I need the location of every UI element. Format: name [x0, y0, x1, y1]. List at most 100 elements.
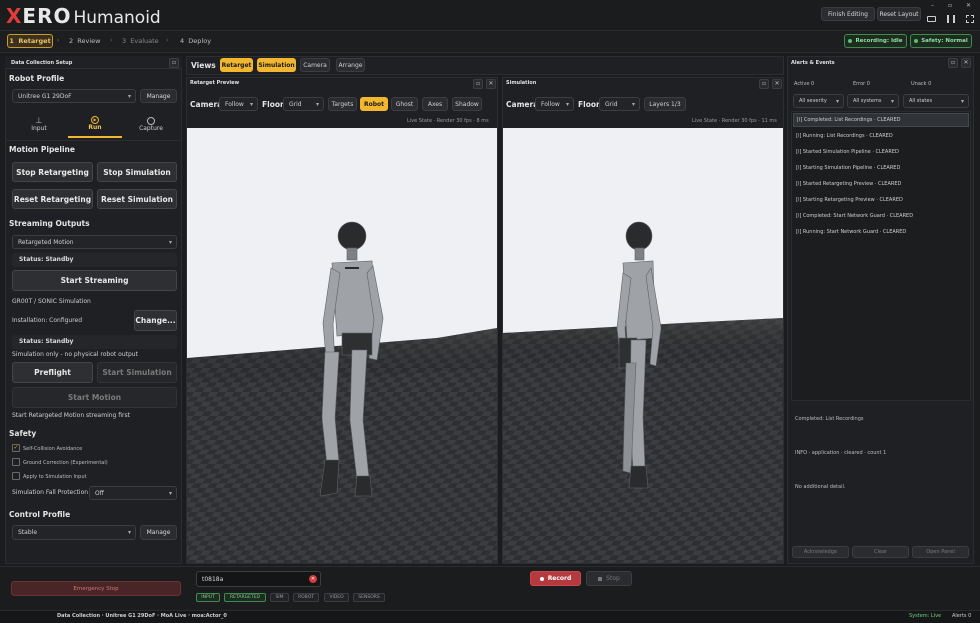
- toggle-targets[interactable]: Targets: [328, 97, 357, 111]
- toggle-axes[interactable]: Axes: [422, 97, 448, 111]
- step-num: 4: [180, 37, 185, 45]
- tab-run[interactable]: ▶ Run: [68, 110, 122, 138]
- step-retarget[interactable]: 1 Retarget: [7, 34, 53, 48]
- panel-popout-icon[interactable]: ▫: [473, 79, 483, 89]
- list-item[interactable]: [i] Starting Simulation Pipeline · CLEAR…: [793, 161, 969, 175]
- tab-capture[interactable]: Capture: [124, 110, 178, 138]
- step-deploy[interactable]: 4 Deploy: [180, 37, 211, 45]
- stop-label: Stop: [606, 575, 620, 582]
- reset-layout-button[interactable]: Reset Layout: [877, 7, 921, 21]
- stream-output-select[interactable]: Retargeted Motion: [12, 235, 177, 249]
- step-num: 1: [9, 37, 14, 45]
- start-motion-button[interactable]: Start Motion: [12, 387, 177, 408]
- reset-simulation-button[interactable]: Reset Simulation: [97, 189, 177, 209]
- stream-tag-robot[interactable]: ROBOT: [293, 593, 319, 602]
- panel-close-icon[interactable]: ✕: [772, 79, 782, 89]
- recording-status: Recording: Idle: [855, 38, 903, 44]
- stop-button[interactable]: Stop: [586, 571, 632, 586]
- stop-square-icon: [598, 576, 603, 581]
- toggle-shadow[interactable]: Shadow: [452, 97, 482, 111]
- acknowledge-button[interactable]: Acknowledge: [792, 546, 849, 558]
- status-bar-info: Data Collection · Unitree G1 29DoF · MoA…: [57, 613, 227, 619]
- window-minimize-icon[interactable]: –: [931, 2, 934, 9]
- alert-detail-title: Completed: List Recordings: [795, 416, 864, 422]
- step-evaluate[interactable]: 3 Evaluate: [122, 37, 159, 45]
- toggle-robot[interactable]: Robot: [360, 97, 388, 111]
- control-manage-button[interactable]: Manage: [140, 525, 177, 540]
- tab-input[interactable]: ⊥ Input: [12, 110, 66, 138]
- panel-close-icon[interactable]: ✕: [961, 58, 971, 68]
- views-label: Views: [191, 61, 216, 70]
- status-dot-icon: [848, 39, 853, 43]
- start-streaming-button[interactable]: Start Streaming: [12, 270, 177, 291]
- finish-editing-button[interactable]: Finish Editing: [821, 7, 875, 21]
- arrange-dropdown[interactable]: Arrange: [336, 58, 365, 72]
- split-view-icon[interactable]: [947, 15, 955, 23]
- checkbox-apply-sim-input[interactable]: [12, 472, 20, 480]
- checkbox-ground-correction[interactable]: [12, 458, 20, 466]
- list-item[interactable]: [i] Running: Start Network Guard · CLEAR…: [793, 225, 969, 239]
- play-icon: ▶: [91, 115, 99, 124]
- sim-floor-select[interactable]: Grid: [599, 97, 640, 111]
- toggle-ghost[interactable]: Ghost: [391, 97, 418, 111]
- stream-tag-input[interactable]: INPUT: [196, 593, 220, 602]
- stream-tag-video[interactable]: VIDEO: [324, 593, 349, 602]
- states-filter[interactable]: All states: [903, 94, 969, 108]
- list-item[interactable]: [i] Running: List Recordings · CLEARED: [793, 129, 969, 143]
- panel-dock-icon[interactable]: ▫: [948, 58, 958, 68]
- stream-tag-sensors[interactable]: SENSORS: [353, 593, 385, 602]
- robot-manage-button[interactable]: Manage: [140, 89, 177, 103]
- stop-simulation-button[interactable]: Stop Simulation: [97, 162, 177, 182]
- systems-filter[interactable]: All systems: [847, 94, 899, 108]
- list-item[interactable]: [i] Starting Retargeting Preview · CLEAR…: [793, 193, 969, 207]
- take-name-input[interactable]: t0818a: [196, 571, 321, 587]
- logo-ero: ERO: [22, 4, 72, 28]
- list-item[interactable]: [i] Completed: List Recordings · CLEARED: [793, 113, 969, 127]
- change-sim-button[interactable]: Change...: [134, 310, 177, 331]
- tab-label: Run: [88, 123, 102, 131]
- simulation-viewport[interactable]: [503, 128, 783, 563]
- camera-label: Camera: [190, 100, 223, 109]
- open-panel-button[interactable]: Open Panel: [912, 546, 969, 558]
- robot-profile-select[interactable]: Unitree G1 29DoF: [12, 89, 136, 103]
- list-item[interactable]: [i] Completed: Start Network Guard · CLE…: [793, 209, 969, 223]
- step-label: Review: [77, 37, 101, 45]
- control-profile-select[interactable]: Stable: [12, 525, 136, 540]
- retarget-viewport[interactable]: [187, 128, 497, 563]
- reset-retargeting-button[interactable]: Reset Retargeting: [12, 189, 93, 209]
- panel-dock-icon[interactable]: ▫: [169, 58, 179, 68]
- floor-select[interactable]: Grid: [283, 97, 324, 111]
- panel-popout-icon[interactable]: ▫: [759, 79, 769, 89]
- start-simulation-button[interactable]: Start Simulation: [97, 362, 177, 383]
- stream-tag-retargeted[interactable]: RETARGETED: [224, 593, 266, 602]
- list-item[interactable]: [i] Started Retargeting Preview · CLEARE…: [793, 177, 969, 191]
- camera-select[interactable]: Follow: [219, 97, 258, 111]
- panel-close-icon[interactable]: ✕: [486, 79, 496, 89]
- record-label: Record: [547, 575, 572, 582]
- step-num: 2: [69, 37, 74, 45]
- list-item[interactable]: [i] Started Simulation Pipeline · CLEARE…: [793, 145, 969, 159]
- window-maximize-icon[interactable]: ▫: [948, 2, 952, 9]
- step-review[interactable]: 2 Review: [69, 37, 100, 45]
- divider: [5, 140, 182, 141]
- window-close-icon[interactable]: ✕: [966, 2, 971, 9]
- sim-camera-select[interactable]: Follow: [535, 97, 574, 111]
- preflight-button[interactable]: Preflight: [12, 362, 93, 383]
- stream-tag-sim[interactable]: SIM: [270, 593, 289, 602]
- record-button[interactable]: Record: [530, 571, 581, 586]
- emergency-stop-button[interactable]: Emergency Stop: [11, 581, 181, 596]
- clear-button[interactable]: Clear: [852, 546, 909, 558]
- view-toggle-retarget[interactable]: Retarget: [220, 58, 253, 72]
- clear-input-icon[interactable]: ✕: [309, 575, 317, 583]
- expand-icon[interactable]: [966, 15, 974, 23]
- stop-retargeting-button[interactable]: Stop Retargeting: [12, 162, 93, 182]
- view-toggle-camera[interactable]: Camera: [300, 58, 330, 72]
- layers-dropdown[interactable]: Layers 1/3: [644, 97, 686, 111]
- tab-label: Capture: [139, 124, 163, 132]
- severity-filter[interactable]: All severity: [793, 94, 844, 108]
- checkbox-self-collision[interactable]: ✓: [12, 444, 20, 452]
- check-label: Self-Collision Avoidance: [23, 446, 83, 452]
- view-toggle-simulation[interactable]: Simulation: [257, 58, 296, 72]
- folder-icon[interactable]: [927, 16, 936, 22]
- fall-protection-select[interactable]: Off: [89, 486, 177, 500]
